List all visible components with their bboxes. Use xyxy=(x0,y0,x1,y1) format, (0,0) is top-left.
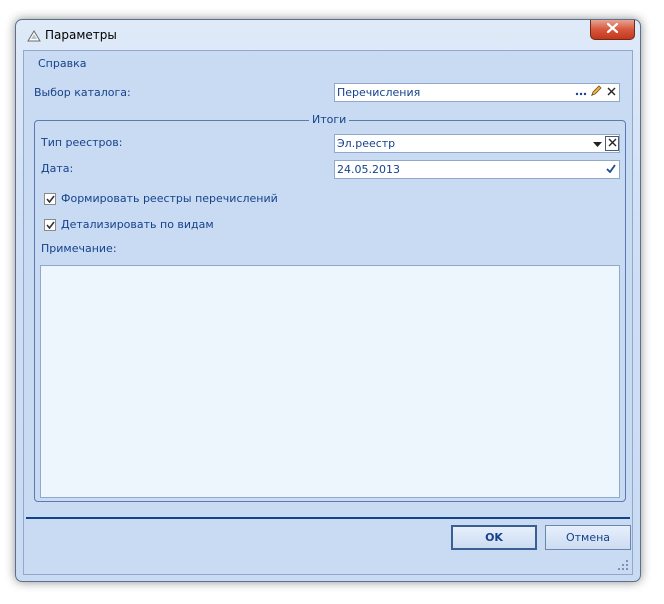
ok-button[interactable]: OK xyxy=(451,525,537,550)
cancel-button[interactable]: Отмена xyxy=(545,525,631,550)
checkmark-icon xyxy=(606,163,616,176)
catalog-clear-button[interactable] xyxy=(604,85,618,100)
registry-type-clear-button[interactable] xyxy=(605,136,619,151)
close-button[interactable] xyxy=(590,20,635,40)
catalog-field[interactable]: Перечисления xyxy=(334,83,620,102)
ellipsis-icon xyxy=(575,86,587,99)
title-bar[interactable]: Параметры xyxy=(16,20,640,50)
resize-grip-icon[interactable] xyxy=(617,559,629,571)
date-value: 24.05.2013 xyxy=(337,163,400,176)
clear-icon xyxy=(608,137,617,150)
catalog-edit-button[interactable] xyxy=(589,85,603,100)
menu-help[interactable]: Справка xyxy=(38,57,86,70)
note-label: Примечание: xyxy=(41,242,117,255)
registry-type-value: Эл.реестр xyxy=(337,137,396,150)
window-title: Параметры xyxy=(45,28,117,42)
dropdown-arrow-icon xyxy=(592,137,602,150)
catalog-label: Выбор каталога: xyxy=(34,86,131,99)
totals-group-title: Итоги xyxy=(309,113,350,126)
note-textarea[interactable] xyxy=(40,265,620,498)
catalog-browse-button[interactable] xyxy=(574,85,588,100)
catalog-value: Перечисления xyxy=(337,86,421,99)
close-icon xyxy=(606,22,619,36)
form-registries-checkbox[interactable] xyxy=(44,193,56,205)
date-picker-button[interactable] xyxy=(604,162,618,177)
date-field[interactable]: 24.05.2013 xyxy=(334,160,620,179)
dialog-body: Справка Выбор каталога: Перечисления Ито… xyxy=(23,50,633,575)
clear-icon xyxy=(607,86,616,99)
registry-type-label: Тип реестров: xyxy=(41,136,123,149)
date-label: Дата: xyxy=(41,162,74,175)
checkmark-icon xyxy=(45,219,55,232)
registry-type-select[interactable]: Эл.реестр xyxy=(334,134,620,153)
detail-by-types-checkbox[interactable] xyxy=(44,219,56,231)
form-registries-label[interactable]: Формировать реестры перечислений xyxy=(61,192,278,205)
footer-separator xyxy=(26,517,630,519)
totals-group: Итоги Тип реестров: Эл.реестр Дата: 24.0… xyxy=(34,113,626,502)
edit-icon xyxy=(590,85,602,100)
detail-by-types-label[interactable]: Детализировать по видам xyxy=(61,218,214,231)
window-app-icon xyxy=(26,28,42,44)
registry-type-dropdown-button[interactable] xyxy=(590,136,604,151)
checkmark-icon xyxy=(45,193,55,206)
parameters-dialog: Параметры Справка Выбор каталога: Перечи… xyxy=(15,19,641,582)
